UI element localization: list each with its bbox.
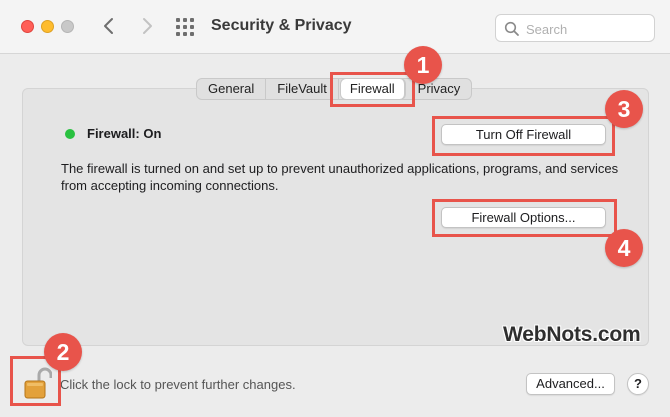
- highlight-box-turn-off: [432, 116, 615, 156]
- preferences-window: Security & Privacy General FileVault Fir…: [0, 0, 670, 417]
- step-badge-4: 4: [605, 229, 643, 267]
- lock-message: Click the lock to prevent further change…: [60, 377, 296, 392]
- firewall-status: Firewall: On: [87, 126, 162, 141]
- tab-filevault[interactable]: FileVault: [266, 79, 339, 99]
- tab-general[interactable]: General: [197, 79, 267, 99]
- step-badge-3: 3: [605, 90, 643, 128]
- window-title: Security & Privacy: [211, 17, 352, 34]
- grid-icon: [176, 18, 194, 36]
- back-button[interactable]: [97, 12, 121, 40]
- show-all-preferences-button[interactable]: [174, 16, 196, 38]
- chevron-right-icon: [143, 18, 152, 34]
- zoom-window-button[interactable]: [61, 20, 74, 33]
- step-badge-1: 1: [404, 46, 442, 84]
- search-field[interactable]: [495, 14, 655, 42]
- chevron-left-icon: [104, 18, 113, 34]
- highlight-box-firewall-tab: [330, 72, 415, 107]
- status-indicator-icon: [65, 129, 75, 139]
- watermark: WebNots.com: [503, 323, 641, 346]
- firewall-description: The firewall is turned on and set up to …: [61, 161, 619, 193]
- advanced-button[interactable]: Advanced...: [526, 373, 615, 395]
- highlight-box-options: [432, 199, 617, 237]
- help-button[interactable]: ?: [627, 373, 649, 395]
- close-window-button[interactable]: [21, 20, 34, 33]
- forward-button[interactable]: [135, 12, 159, 40]
- title-bar: Security & Privacy: [0, 0, 670, 54]
- search-icon: [504, 21, 519, 36]
- minimize-window-button[interactable]: [41, 20, 54, 33]
- step-badge-2: 2: [44, 333, 82, 371]
- search-input[interactable]: [526, 19, 646, 39]
